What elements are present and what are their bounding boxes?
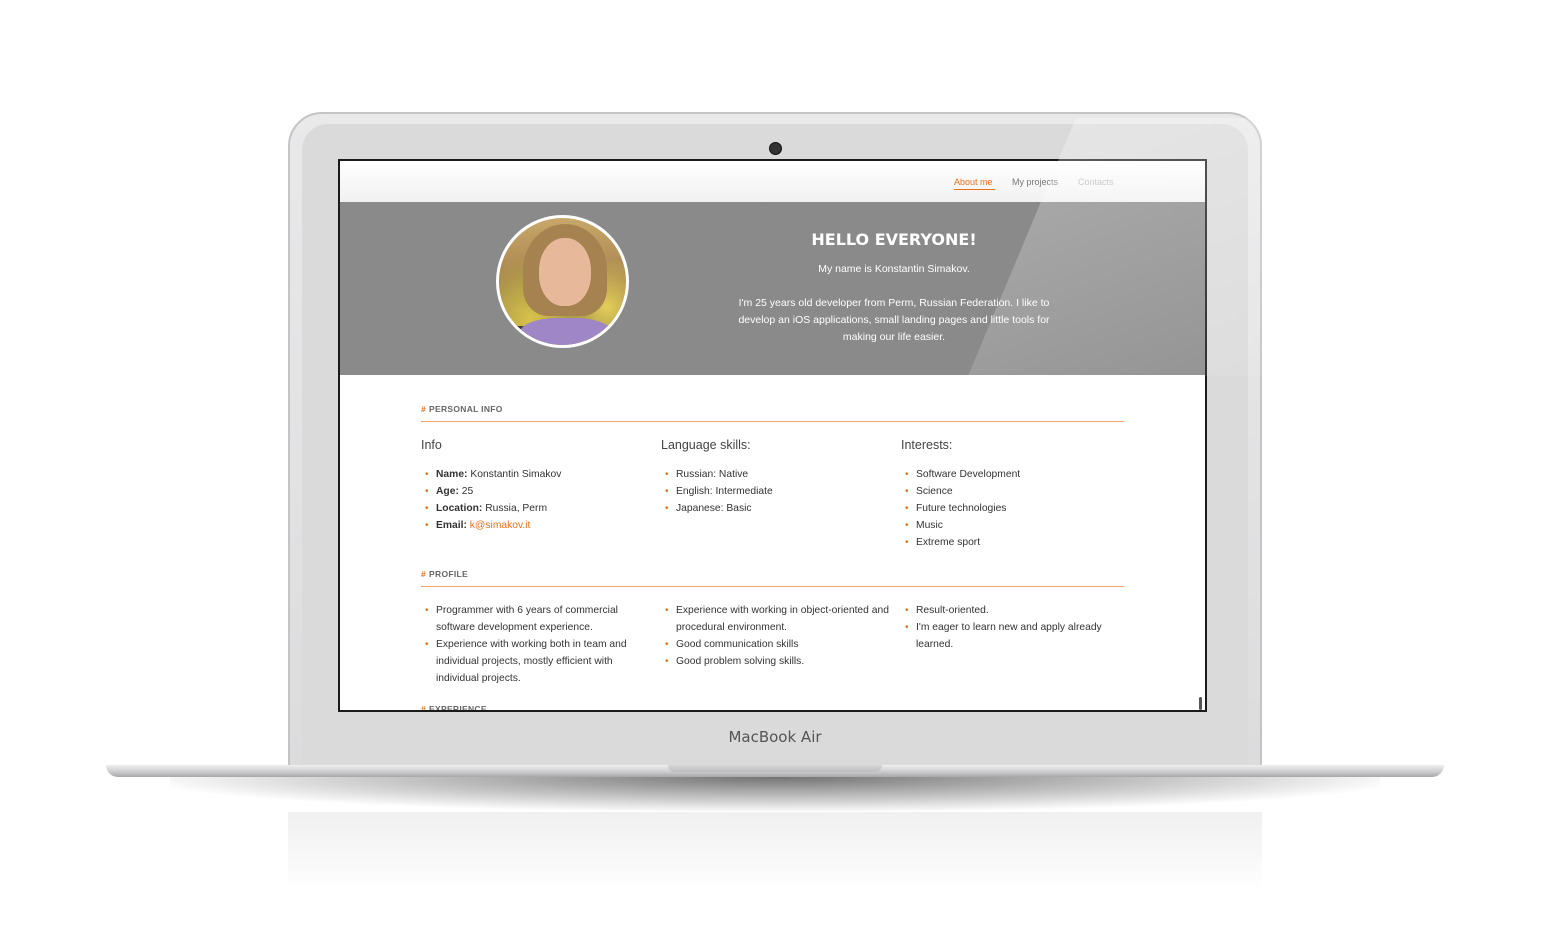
nav-my-projects[interactable]: My projects (1012, 177, 1058, 187)
nav-about-me[interactable]: About me (954, 177, 993, 187)
interests-title: Interests: (901, 438, 953, 452)
active-tab-indicator (954, 189, 995, 190)
scrollbar-thumb[interactable] (1199, 697, 1202, 710)
hero-bio: I'm 25 years old developer from Perm, Ru… (738, 297, 1050, 343)
hash-icon: # (421, 704, 427, 712)
list-item: I'm eager to learn new and apply already… (901, 619, 1126, 653)
list-item: Result-oriented. (901, 602, 1126, 619)
info-label-age: Age: (436, 486, 459, 497)
info-label-email: Email: (436, 520, 467, 531)
section-heading-personal-info: # PERSONAL INFO (421, 404, 1124, 422)
list-item: Programmer with 6 years of commercial so… (421, 602, 646, 636)
laptop-screen: About me My projects Contacts HELLO EVER… (338, 159, 1207, 712)
nav-contacts[interactable]: Contacts (1078, 177, 1114, 187)
section-heading-profile: # PROFILE (421, 569, 1124, 587)
hero-title: HELLO EVERYONE! (811, 230, 977, 249)
laptop-hinge-notch (668, 765, 882, 772)
language-list: Russian: Native English: Intermediate Ja… (661, 466, 886, 517)
list-item: Software Development (901, 466, 1126, 483)
info-value-age: 25 (461, 486, 474, 497)
list-item: Science (901, 483, 1126, 500)
info-label-name: Name: (436, 469, 468, 480)
hero-name-line: My name is Konstantin Simakov. (818, 263, 970, 275)
list-item: Russian: Native (661, 466, 886, 483)
email-link[interactable]: k@simakov.it (470, 520, 531, 531)
profile-list-3: Result-oriented. I'm eager to learn new … (901, 602, 1126, 653)
list-item: Music (901, 517, 1126, 534)
list-item: Experience with working in object-orient… (661, 602, 889, 636)
list-item: Age: 25 (421, 483, 646, 500)
laptop-shadow (170, 777, 1380, 811)
info-title: Info (421, 438, 442, 452)
profile-list-2: Experience with working in object-orient… (661, 602, 889, 670)
list-item: Email: k@simakov.it (421, 517, 646, 534)
profile-list-1: Programmer with 6 years of commercial so… (421, 602, 646, 687)
list-item: Future technologies (901, 500, 1126, 517)
avatar-shirt (519, 318, 613, 345)
info-list: Name: Konstantin Simakov Age: 25 Locatio… (421, 466, 646, 534)
info-value-location: Russia, Perm (485, 503, 548, 514)
info-value-name: Konstantin Simakov (470, 469, 562, 480)
laptop-reflection (288, 812, 1262, 892)
device-brand-label: MacBook Air (728, 728, 822, 746)
language-skills-title: Language skills: (661, 438, 751, 452)
top-navbar: About me My projects Contacts (340, 161, 1205, 203)
list-item: Experience with working both in team and… (421, 636, 646, 687)
hash-icon: # (421, 569, 427, 579)
section-heading-text: EXPERIENCE (429, 704, 487, 712)
list-item: Location: Russia, Perm (421, 500, 646, 517)
section-heading-text: PERSONAL INFO (429, 404, 503, 414)
section-heading-experience: # EXPERIENCE (421, 704, 1124, 712)
webcam-icon (769, 142, 782, 155)
list-item: Good problem solving skills. (661, 653, 889, 670)
list-item: Japanese: Basic (661, 500, 886, 517)
avatar (496, 215, 629, 348)
list-item: English: Intermediate (661, 483, 886, 500)
interests-list: Software Development Science Future tech… (901, 466, 1126, 551)
list-item: Good communication skills (661, 636, 889, 653)
avatar-face (539, 238, 591, 306)
info-label-location: Location: (436, 503, 483, 514)
section-heading-text: PROFILE (429, 569, 468, 579)
hash-icon: # (421, 404, 427, 414)
hero-banner: HELLO EVERYONE! My name is Konstantin Si… (340, 202, 1205, 375)
list-item: Name: Konstantin Simakov (421, 466, 646, 483)
list-item: Extreme sport (901, 534, 1126, 551)
